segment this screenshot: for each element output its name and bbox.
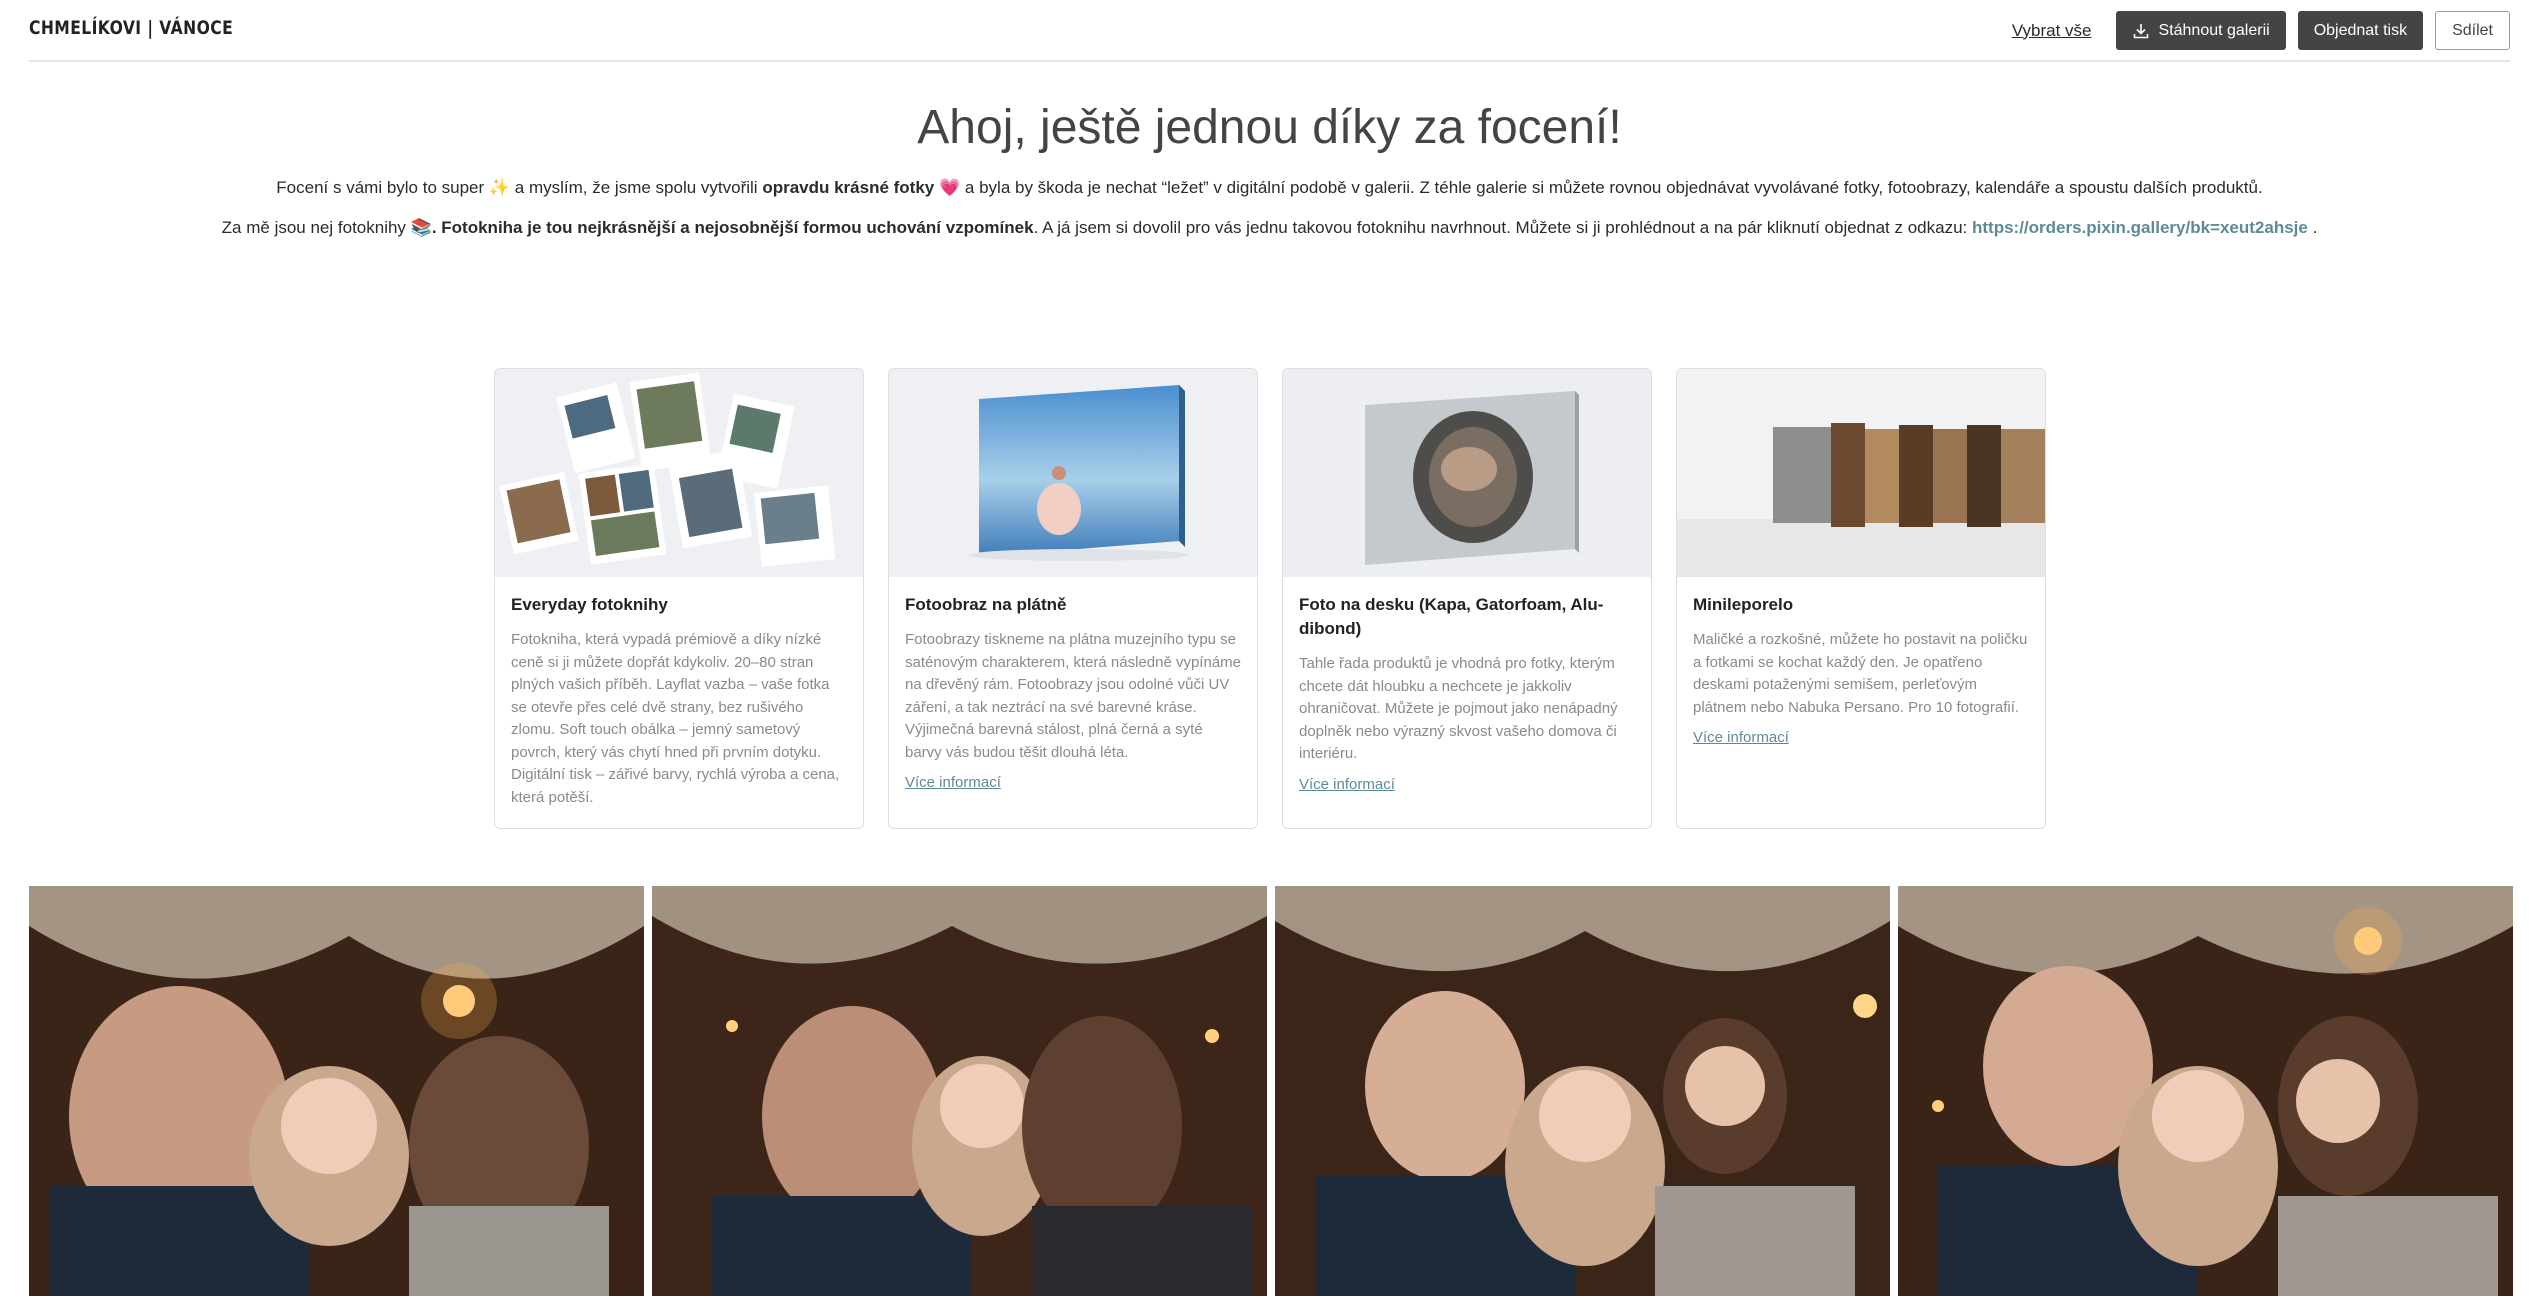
intro-bold-text: . Fotokniha je tou nejkrásnější a nejoso… [431, 218, 1034, 237]
product-description: Maličké a rozkošné, můžete ho postavit n… [1693, 631, 2028, 716]
product-card-canvas[interactable]: Fotoobraz na plátně Fotoobrazy tiskneme … [888, 368, 1258, 829]
books-icon: 📚 [410, 218, 432, 237]
share-button[interactable]: Sdílet [2435, 11, 2510, 50]
download-gallery-button[interactable]: Stáhnout galerii [2115, 11, 2286, 50]
intro-text: . A já jsem si dovolil pro vás jednu tak… [1033, 218, 1968, 237]
page-headline: Ahoj, ještě jednou díky za focení! [917, 101, 1622, 154]
intro-paragraph-1: Focení s vámi bylo to super ✨ a myslím, … [0, 178, 2539, 198]
download-icon [2133, 23, 2148, 38]
more-info-link[interactable]: Více informací [1299, 776, 1395, 793]
product-description: Fotoobrazy tiskneme na plátna muzejního … [905, 631, 1241, 761]
heart-icon: 💗 [939, 178, 961, 197]
product-image-canvas [889, 369, 1257, 577]
product-image-photobook [495, 369, 863, 577]
intro-text: . [2312, 218, 2318, 237]
order-print-button[interactable]: Objednat tisk [2297, 11, 2424, 50]
photo-gallery [29, 886, 2513, 1296]
product-title: Foto na desku (Kapa, Gatorfoam, Alu-dibo… [1299, 595, 1604, 638]
order-print-label: Objednat tisk [2313, 21, 2408, 39]
product-title: Minileporelo [1693, 595, 1794, 614]
product-image-minileporelo [1677, 369, 2045, 577]
product-card-photobook[interactable]: Everyday fotoknihy Fotokniha, která vypa… [494, 368, 864, 829]
share-label: Sdílet [2452, 21, 2493, 39]
product-cards: Everyday fotoknihy Fotokniha, která vypa… [494, 368, 2046, 829]
product-card-board[interactable]: Foto na desku (Kapa, Gatorfoam, Alu-dibo… [1282, 368, 1652, 829]
intro-text: Focení s vámi bylo to super [276, 178, 485, 197]
product-title: Everyday fotoknihy [511, 595, 668, 614]
product-description: Fotokniha, která vypadá prémiově a díky … [511, 631, 840, 806]
more-info-link[interactable]: Více informací [1693, 729, 1789, 746]
intro-text: a myslím, že jsme spolu vytvořili [514, 178, 758, 197]
gallery-title: CHMELÍKOVI | VÁNOCE [29, 17, 234, 39]
intro-paragraph-2: Za mě jsou nej fotoknihy 📚. Fotokniha je… [0, 218, 2539, 238]
more-info-link[interactable]: Více informací [905, 774, 1001, 791]
product-card-minileporelo[interactable]: Minileporelo Maličké a rozkošné, můžete … [1676, 368, 2046, 829]
gallery-photo[interactable] [1898, 886, 2513, 1296]
gallery-photo[interactable] [1275, 886, 1890, 1296]
download-gallery-label: Stáhnout galerii [2158, 21, 2270, 39]
product-title: Fotoobraz na plátně [905, 595, 1067, 614]
intro-bold-text: opravdu krásné fotky [762, 178, 935, 197]
gallery-photo[interactable] [29, 886, 644, 1296]
select-all-link[interactable]: Vybrat vše [2012, 21, 2092, 41]
photobook-order-link[interactable]: https://orders.pixin.gallery/bk=xeut2ahs… [1972, 218, 2308, 237]
sparkles-icon: ✨ [488, 178, 511, 197]
header-actions: Vybrat vše Stáhnout galerii Objednat tis… [2012, 11, 2510, 50]
intro-text: Za mě jsou nej fotoknihy [221, 218, 406, 237]
product-image-board [1283, 369, 1651, 577]
product-description: Tahle řada produktů je vhodná pro fotky,… [1299, 655, 1618, 762]
gallery-photo[interactable] [652, 886, 1267, 1296]
intro-text: a byla by škoda je nechat “ležet” v digi… [964, 178, 2263, 197]
top-bar: CHMELÍKOVI | VÁNOCE Vybrat vše Stáhnout … [29, 0, 2510, 62]
